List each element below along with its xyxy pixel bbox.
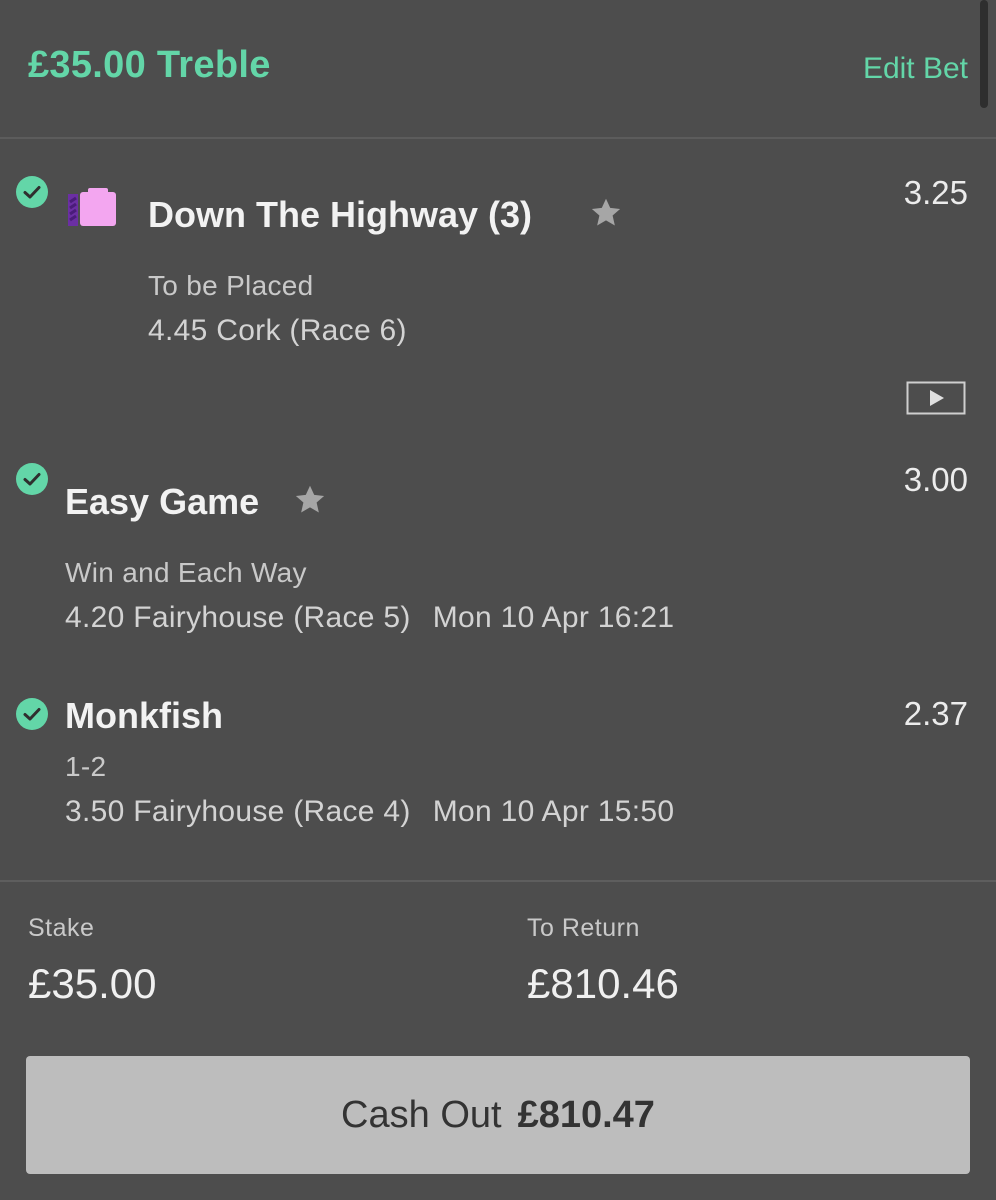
race-time: Mon 10 Apr 16:21 xyxy=(432,601,675,634)
scrollbar[interactable] xyxy=(980,0,988,108)
to-return-value: £810.46 xyxy=(527,960,679,1007)
race-name: 3.50 Fairyhouse (Race 4) xyxy=(65,795,411,828)
runner-name: Easy Game xyxy=(65,481,260,522)
stake-label: Stake xyxy=(28,914,95,942)
bet-title: £35.00 Treble xyxy=(28,44,271,86)
race-name: 4.20 Fairyhouse (Race 5) xyxy=(65,601,411,634)
race-info: 4.20 Fairyhouse (Race 5) Mon 10 Apr 16:21 xyxy=(65,601,674,635)
favourite-star-icon[interactable] xyxy=(292,482,328,518)
video-play-icon[interactable] xyxy=(906,381,966,415)
divider xyxy=(0,880,996,882)
check-icon xyxy=(16,176,48,208)
market-name: 1-2 xyxy=(65,751,107,782)
check-icon xyxy=(16,698,48,730)
cash-out-button[interactable]: Cash Out £810.47 xyxy=(26,1056,970,1174)
cash-out-amount: £810.47 xyxy=(517,1093,655,1136)
bet-header: £35.00 Treble Edit Bet xyxy=(0,0,996,139)
edit-bet-button[interactable]: Edit Bet xyxy=(863,52,968,86)
silks-icon xyxy=(66,188,120,230)
runner-name: Down The Highway (3) xyxy=(148,194,533,235)
race-info: 3.50 Fairyhouse (Race 4) Mon 10 Apr 15:50 xyxy=(65,795,674,829)
stake-value: £35.00 xyxy=(28,960,157,1007)
odds-value: 3.25 xyxy=(903,174,968,211)
odds-value: 2.37 xyxy=(903,695,968,732)
race-name: 4.45 Cork (Race 6) xyxy=(148,314,407,347)
favourite-star-icon[interactable] xyxy=(588,195,624,231)
odds-value: 3.00 xyxy=(903,461,968,498)
market-name: Win and Each Way xyxy=(65,557,307,588)
to-return-label: To Return xyxy=(527,914,640,942)
runner-name: Monkfish xyxy=(65,695,223,736)
market-name: To be Placed xyxy=(148,270,314,301)
cash-out-label: Cash Out xyxy=(341,1093,502,1136)
race-time: Mon 10 Apr 15:50 xyxy=(432,795,675,828)
race-info: 4.45 Cork (Race 6) xyxy=(148,314,407,348)
check-icon xyxy=(16,463,48,495)
